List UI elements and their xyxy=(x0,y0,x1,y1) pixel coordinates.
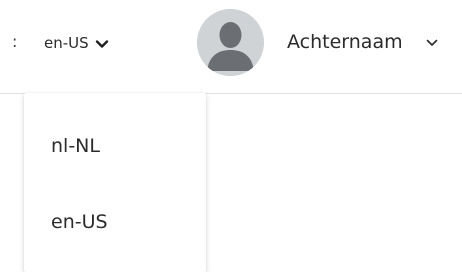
chevron-down-icon xyxy=(95,36,109,50)
page: : en-US Achternaam nl-NL en-US xyxy=(0,0,462,272)
language-selector-label: en-US xyxy=(44,34,89,52)
header-separator: : xyxy=(12,32,18,51)
chevron-down-icon xyxy=(425,35,439,49)
user-avatar-icon[interactable] xyxy=(197,9,264,76)
top-bar: : en-US Achternaam xyxy=(0,0,462,94)
language-option-nl-nl[interactable]: nl-NL xyxy=(24,121,206,171)
user-menu[interactable]: Achternaam xyxy=(287,22,439,62)
language-option-en-us[interactable]: en-US xyxy=(24,197,206,247)
language-dropdown-menu: nl-NL en-US xyxy=(24,93,206,272)
user-name: Achternaam xyxy=(287,31,403,53)
language-selector[interactable]: en-US xyxy=(44,30,109,56)
